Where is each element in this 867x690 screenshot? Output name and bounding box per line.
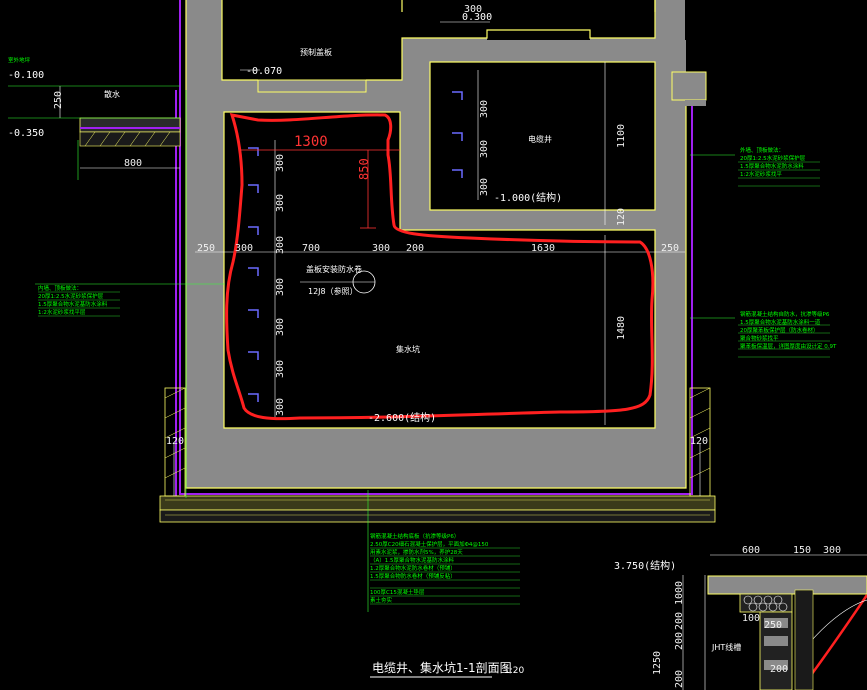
dim-vl-2: 300	[275, 236, 286, 254]
dim-row-4: 200	[406, 243, 424, 254]
elev-cover: -0.070	[246, 66, 282, 77]
note-rm-0: 钢筋混凝土结构自防水，抗渗等级P6	[740, 310, 830, 318]
dim-detail-side-1: 200	[674, 612, 685, 630]
note-rt-2: 1.5厚聚合物水泥防水涂料	[740, 162, 804, 170]
dim-detail-side-2: 200	[674, 632, 685, 650]
note-left-3: 1:2水泥砂浆找平层	[38, 308, 86, 316]
dim-detail-top-2: 300	[823, 545, 841, 556]
dim-row-6: 250	[661, 243, 679, 254]
label-lower-room: 集水坑	[396, 344, 420, 354]
dim-vl-6: 300	[275, 398, 286, 416]
note-rt-1: 20厚1:2.5水泥砂浆保护层	[740, 154, 806, 162]
dim-h250-left: 250	[53, 91, 64, 109]
dim-vl-1: 300	[275, 194, 286, 212]
dim-vl-4: 300	[275, 318, 286, 336]
label-detail-tag: JHT线槽	[711, 642, 741, 652]
dim-top-300: 300	[464, 4, 482, 15]
drawing-title: 电缆井、集水坑1-1剖面图	[372, 660, 512, 675]
dim-1480: 1480	[616, 316, 627, 340]
note-b-3: （A）1.5厚聚合物水泥基防水涂料	[370, 556, 455, 564]
drawing-scale: 1:20	[504, 666, 524, 676]
note-rt-0: 外墙、顶板做法：	[740, 146, 784, 154]
dim-1100: 1100	[616, 124, 627, 148]
label-left-tag2: 散水	[104, 89, 120, 99]
elev-left-m0100: -0.100	[8, 70, 44, 81]
dim-120-right: 120	[690, 436, 708, 447]
dim-row-0: 250	[197, 243, 215, 254]
note-left-2: 1.5厚聚合物水泥基防水涂料	[38, 300, 108, 308]
dim-vl-0: 300	[275, 154, 286, 172]
dim-red-1300: 1300	[294, 134, 328, 150]
elev-left-m0350: -0.350	[8, 128, 44, 139]
note-b-2: 用素水泥浆，掺防水剂5%，养护28天	[370, 548, 463, 556]
elev-upper-bottom: -1.000(结构)	[494, 191, 562, 204]
dim-row-5: 1630	[531, 243, 555, 254]
dim-vu-2: 300	[479, 178, 490, 196]
dim-detail-inner-0: 100	[742, 613, 760, 624]
dim-detail-side-4: 200	[674, 670, 685, 688]
cad-drawing-canvas[interactable]: 0.300 -0.100 -0.350 -0.070 -1.000(结构) -2…	[0, 0, 867, 690]
dim-detail-inner-2: 200	[770, 664, 788, 675]
note-b-7: 素土夯实	[370, 596, 393, 604]
note-rm-1: 1.5厚聚合物水泥基防水涂料一道	[740, 318, 821, 326]
dim-detail-top-0: 600	[742, 545, 760, 556]
dim-detail-side-3: 1250	[652, 651, 663, 675]
dim-vl-5: 300	[275, 360, 286, 378]
note-rm-2: 20厚聚苯板保护层（防水卷材）	[740, 326, 819, 334]
dim-detail-top-1: 150	[793, 545, 811, 556]
note-rt-3: 1:2水泥砂浆找平	[740, 170, 782, 178]
note-b-1: 2.50厚C20细石混凝土保护层，平面加Φ4@150	[370, 540, 489, 548]
dim-red-850: 850	[357, 158, 371, 180]
dim-row-3: 300	[372, 243, 390, 254]
label-upper-room: 电缆井	[528, 134, 552, 144]
note-left-0: 内墙、顶板做法：	[38, 284, 82, 292]
dim-w800: 800	[124, 158, 142, 169]
dim-vu-0: 300	[479, 100, 490, 118]
dims-vertical-upper: 300 300 300	[479, 100, 490, 196]
note-b-5: 1.5厚聚合物防水卷材（预铺反粘）	[370, 572, 456, 580]
label-cover: 预制盖板	[300, 47, 332, 57]
left-ground	[79, 117, 181, 147]
dim-detail-inner-1: 250	[764, 620, 782, 631]
dim-120-left: 120	[166, 436, 184, 447]
dim-vl-3: 300	[275, 278, 286, 296]
elev-lower-bottom: -2.600(结构)	[368, 411, 436, 424]
label-slab: 盖板安装防水卷	[306, 264, 362, 274]
note-rm-4: 聚苯板保温层，详图厚度由设计定 0.9T	[740, 342, 837, 350]
notes-bottom: 钢筋混凝土结构底板（抗渗等级P6） 2.50厚C20细石混凝土保护层，平面加Φ4…	[370, 532, 489, 604]
note-b-6: 100厚C15混凝土垫层	[370, 588, 425, 596]
notes-right-mid: 钢筋混凝土结构自防水，抗渗等级P6 1.5厚聚合物水泥基防水涂料一道 20厚聚苯…	[740, 310, 837, 350]
note-b-4: 1.2厚聚合物水泥防水卷材（预铺）	[370, 564, 456, 572]
note-rm-3: 聚合物砂浆找平	[740, 334, 779, 342]
dim-vu-1: 300	[479, 140, 490, 158]
elev-detail: 3.750(结构)	[614, 559, 676, 572]
dim-row-1: 300	[235, 243, 253, 254]
dim-detail-side-0: 1000	[674, 581, 685, 605]
label-left-tag: 室外地坪	[8, 56, 31, 64]
dim-row-2: 700	[302, 243, 320, 254]
label-ref: 12J8（参照）	[308, 286, 358, 296]
dim-120a: 120	[616, 208, 627, 226]
note-b-0: 钢筋混凝土结构底板（抗渗等级P6）	[370, 532, 459, 540]
note-left-1: 20厚1:2.5水泥砂浆保护层	[38, 292, 104, 300]
